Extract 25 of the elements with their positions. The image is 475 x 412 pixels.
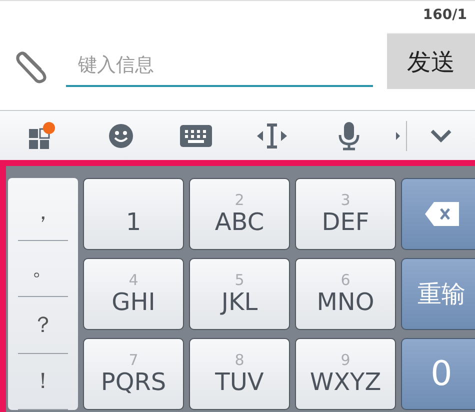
text-cursor-icon [256, 122, 287, 148]
punctuation-key[interactable]: ， [18, 184, 68, 240]
backspace-key[interactable] [401, 178, 475, 250]
send-button[interactable]: 发送 [387, 33, 475, 89]
number-key[interactable]: 8 TUV [189, 338, 290, 410]
number-key[interactable]: 5 JKL [189, 258, 290, 330]
smiley-icon [108, 122, 134, 148]
number-key[interactable]: 4 GHI [83, 258, 184, 330]
number-key[interactable]: 6 MNO [295, 258, 396, 330]
message-field[interactable]: 键入信息 [66, 45, 373, 87]
keyboard-icon [180, 124, 212, 146]
triangle-icon [396, 132, 400, 140]
character-counter: 160/1 [422, 7, 467, 25]
punctuation-key[interactable]: ？ [18, 297, 68, 354]
punctuation-key[interactable]: ！ [18, 354, 68, 410]
number-key[interactable]: 9 WXYZ [295, 338, 396, 410]
backspace-icon [424, 201, 460, 227]
chevron-down-icon [430, 128, 452, 142]
microphone-icon [337, 120, 362, 150]
apps-grid-icon [26, 120, 57, 150]
number-key[interactable]: 1 [83, 178, 184, 250]
number-key[interactable]: 7 PQRS [83, 338, 184, 410]
punctuation-key[interactable]: 。 [18, 240, 68, 297]
number-key[interactable]: 3 DEF [295, 178, 396, 250]
number-key[interactable]: 2 ABC [189, 178, 290, 250]
